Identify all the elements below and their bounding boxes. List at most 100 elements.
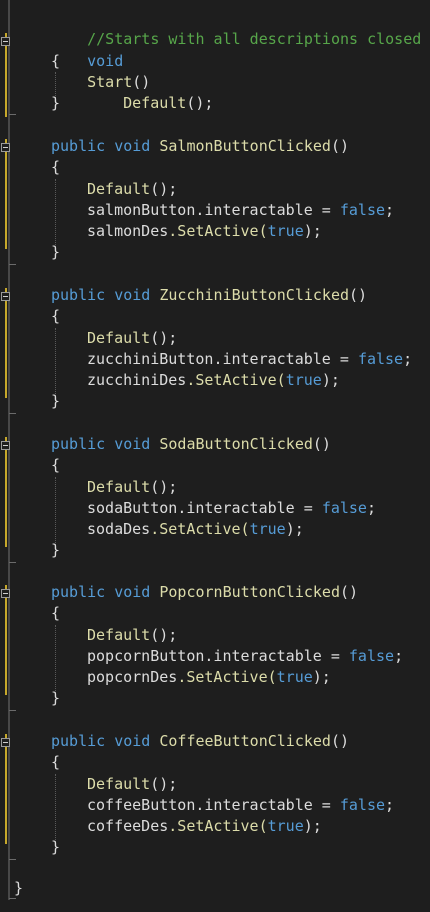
open-brace: { (51, 158, 61, 176)
fold-end-marker (9, 413, 16, 414)
false-keyword: false (321, 499, 367, 517)
open-brace: { (51, 52, 61, 70)
parens: () (340, 583, 359, 601)
semicolon: ; (366, 499, 376, 517)
true-keyword: true (249, 520, 286, 538)
true-keyword: true (276, 668, 313, 686)
description-variable: salmonDes (87, 222, 169, 240)
statement-line: Default(); (87, 774, 177, 795)
statement-line: salmonButton.interactable = false; (87, 200, 394, 221)
statement-line: Default(); (87, 625, 177, 646)
indent-guide (55, 774, 56, 840)
method-modifiers: public void (51, 435, 151, 453)
false-keyword: false (339, 201, 386, 219)
set-active-call: .SetActive( (150, 520, 250, 538)
method-name: SodaButtonClicked (159, 435, 313, 453)
interactable-assign: .interactable = (195, 201, 340, 219)
fold-end-marker (9, 264, 16, 265)
class-close-brace: } (14, 879, 24, 897)
collapse-toggle-icon[interactable] (1, 292, 10, 301)
semicolon: ; (385, 796, 395, 814)
close-brace: } (51, 541, 61, 559)
close-brace: } (51, 392, 61, 410)
description-variable: zucchiniDes (87, 371, 187, 389)
call-name: Default (87, 180, 151, 198)
statement-line: coffeeDes.SetActive(true); (87, 816, 322, 837)
true-keyword: true (285, 371, 322, 389)
button-variable: popcornButton (87, 647, 205, 665)
method-modifiers: public void (51, 286, 151, 304)
method-signature: public void SalmonButtonClicked() (51, 136, 349, 157)
false-keyword: false (348, 647, 395, 665)
method-signature: public void CoffeeButtonClicked() (51, 731, 349, 752)
set-active-call: .SetActive( (168, 222, 268, 240)
method-name: ZucchiniButtonClicked (159, 286, 350, 304)
button-variable: salmonButton (87, 201, 196, 219)
fold-end-marker (9, 859, 16, 860)
method-signature: public void ZucchiniButtonClicked() (51, 285, 367, 306)
collapse-toggle-icon[interactable] (1, 738, 10, 747)
close-brace: } (51, 689, 61, 707)
parens: () (330, 732, 350, 750)
method-name: CoffeeButtonClicked (159, 732, 331, 750)
interactable-assign: .interactable = (177, 499, 322, 517)
keyword: void (87, 52, 124, 70)
call-name: Default (87, 775, 151, 793)
close-brace: } (51, 838, 61, 856)
parens: () (312, 435, 331, 453)
method-modifiers: public void (51, 732, 151, 750)
statement-line: Default(); (87, 179, 177, 200)
call-close: ); (312, 668, 331, 686)
description-variable: sodaDes (87, 520, 151, 538)
call-close: ); (303, 222, 322, 240)
false-keyword: false (357, 350, 404, 368)
change-marker (5, 437, 7, 547)
collapse-toggle-icon[interactable] (1, 589, 10, 598)
change-marker (5, 734, 7, 844)
statement-line: zucchiniButton.interactable = false; (87, 349, 412, 370)
statement-line: popcornButton.interactable = false; (87, 646, 403, 667)
call-end: (); (150, 478, 178, 496)
call-end: (); (150, 180, 178, 198)
method-signature: public void SodaButtonClicked() (51, 434, 331, 455)
statement-line: sodaButton.interactable = false; (87, 498, 376, 519)
parens: () (330, 137, 350, 155)
call-close: ); (321, 371, 340, 389)
semicolon: ; (385, 201, 395, 219)
change-marker (5, 139, 7, 249)
call-end: (); (150, 775, 178, 793)
button-variable: zucchiniButton (87, 350, 214, 368)
call-end: (); (150, 626, 178, 644)
collapse-toggle-icon[interactable] (1, 37, 10, 46)
semicolon: ; (394, 647, 404, 665)
semicolon: ; (403, 350, 413, 368)
call-close: ); (285, 520, 304, 538)
close-brace: } (51, 94, 61, 112)
change-marker (5, 288, 7, 398)
method-name: PopcornButtonClicked (159, 583, 340, 601)
method-modifiers: public void (51, 583, 151, 601)
indent-guide (55, 477, 56, 543)
call-end: (); (186, 94, 214, 112)
description-variable: coffeeDes (87, 817, 169, 835)
statement-line: salmonDes.SetActive(true); (87, 221, 322, 242)
fold-end-marker (9, 562, 16, 563)
open-brace: { (51, 604, 61, 622)
code-editor[interactable]: //Starts with all descriptions closed vo… (0, 0, 430, 912)
true-keyword: true (267, 222, 304, 240)
indent-guide (55, 328, 56, 394)
fold-end-marker (9, 710, 16, 711)
collapse-toggle-icon[interactable] (1, 143, 10, 152)
collapse-toggle-icon[interactable] (1, 441, 10, 450)
method-signature: void Start() (51, 30, 150, 91)
true-keyword: true (267, 817, 304, 835)
statement-line: popcornDes.SetActive(true); (87, 667, 331, 688)
interactable-assign: .interactable = (204, 647, 349, 665)
set-active-call: .SetActive( (186, 371, 286, 389)
call-name: Default (87, 329, 151, 347)
open-brace: { (51, 753, 61, 771)
interactable-assign: .interactable = (213, 350, 358, 368)
code-comment: //Starts with all descriptions closed (51, 8, 421, 48)
interactable-assign: .interactable = (195, 796, 340, 814)
call-name: Default (123, 94, 187, 112)
